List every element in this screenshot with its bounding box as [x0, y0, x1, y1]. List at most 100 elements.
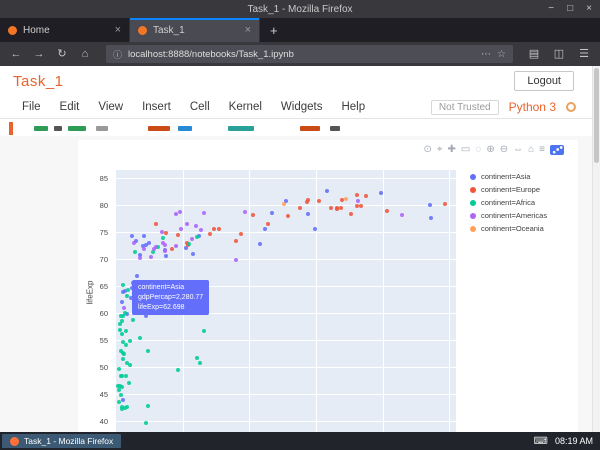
scatter-point[interactable] [211, 226, 216, 231]
zoom-in-icon[interactable]: ⊕ [486, 144, 494, 156]
page-scrollbar[interactable] [592, 66, 600, 432]
lasso-select-icon[interactable]: ◌ [475, 144, 481, 156]
library-icon[interactable]: ▤ [526, 45, 542, 63]
box-select-icon[interactable]: ▭ [461, 144, 470, 156]
scatter-point[interactable] [118, 393, 123, 398]
tab-close-icon[interactable]: × [115, 24, 121, 36]
keyboard-indicator-icon[interactable]: ⌨ [534, 436, 548, 447]
scatter-point[interactable] [119, 319, 124, 324]
scatter-point[interactable] [146, 404, 150, 408]
taskbar-window-button[interactable]: Task_1 - Mozilla Firefox [2, 434, 122, 448]
scatter-point[interactable] [266, 221, 271, 226]
scatter-point[interactable] [250, 213, 255, 218]
forward-icon[interactable]: → [31, 45, 47, 63]
tab-task-1[interactable]: Task_1 × [130, 18, 260, 42]
scatter-point[interactable] [144, 420, 149, 425]
scatter-point[interactable] [173, 212, 178, 217]
scatter-point[interactable] [258, 241, 263, 246]
code-cell-sliver[interactable] [0, 122, 592, 135]
scatter-point[interactable] [119, 385, 124, 390]
scatter-point[interactable] [116, 366, 121, 371]
scatter-point[interactable] [120, 374, 125, 379]
scatter-point[interactable] [195, 356, 199, 360]
scatter-point[interactable] [356, 199, 361, 204]
hamburger-menu-icon[interactable]: ☰ [576, 45, 592, 63]
legend-item[interactable]: continent=Americas [470, 211, 547, 220]
scatter-point[interactable] [354, 204, 359, 209]
menu-edit[interactable]: Edit [60, 101, 80, 113]
scatter-point[interactable] [429, 216, 434, 220]
tab-close-icon[interactable]: × [245, 24, 251, 36]
scatter-point[interactable] [443, 201, 447, 206]
menu-help[interactable]: Help [341, 101, 365, 113]
camera-snapshot-icon[interactable]: ⊙ [424, 144, 432, 156]
legend-item[interactable]: continent=Africa [470, 198, 547, 207]
scatter-point[interactable] [175, 232, 180, 237]
kernel-name[interactable]: Python 3 [509, 100, 556, 114]
scatter-point[interactable] [184, 222, 189, 227]
scatter-point[interactable] [306, 198, 311, 203]
scatter-point[interactable] [146, 349, 151, 353]
scatter-point[interactable] [159, 230, 164, 234]
scatter-point[interactable] [137, 255, 142, 260]
scatter-point[interactable] [120, 282, 125, 287]
scatter-point[interactable] [202, 328, 206, 333]
scatter-point[interactable] [118, 327, 123, 332]
menu-cell[interactable]: Cell [190, 101, 210, 113]
menu-kernel[interactable]: Kernel [229, 101, 262, 113]
reload-icon[interactable]: ↻ [54, 45, 70, 63]
scatter-point[interactable] [201, 210, 206, 215]
home-icon[interactable]: ⌂ [77, 45, 93, 63]
scatter-point[interactable] [122, 405, 127, 410]
minimize-button[interactable]: − [548, 0, 554, 18]
scatter-point[interactable] [359, 204, 364, 209]
back-icon[interactable]: ← [8, 45, 24, 63]
toggle-hover-icon[interactable]: ≡ [539, 144, 545, 156]
plotly-logo-icon[interactable] [550, 145, 564, 155]
scatter-point[interactable] [305, 211, 310, 216]
scatter-point[interactable] [130, 234, 135, 239]
scatter-point[interactable] [117, 399, 122, 404]
scatter-point[interactable] [120, 398, 125, 403]
scatter-point[interactable] [127, 338, 132, 343]
scatter-point[interactable] [190, 237, 195, 241]
zoom-icon[interactable]: ⌖ [437, 144, 443, 156]
scatter-point[interactable] [193, 223, 198, 228]
tab-home[interactable]: Home × [0, 18, 130, 42]
menu-file[interactable]: File [22, 101, 41, 113]
scatter-point[interactable] [163, 249, 168, 254]
zoom-out-icon[interactable]: ⊖ [500, 144, 508, 156]
scatter-point[interactable] [281, 201, 286, 206]
pan-icon[interactable]: ✚ [448, 144, 456, 156]
scatter-point[interactable] [141, 234, 146, 239]
page-actions-icon[interactable]: ⋯ [481, 49, 491, 60]
scatter-point[interactable] [197, 360, 202, 365]
scatter-point[interactable] [194, 235, 199, 240]
close-button[interactable]: × [586, 0, 592, 18]
site-info-icon[interactable]: ⓘ [113, 48, 122, 61]
scatter-point[interactable] [127, 381, 132, 386]
scatter-point[interactable] [297, 205, 302, 210]
scatter-point[interactable] [141, 247, 146, 252]
scatter-point[interactable] [178, 209, 183, 214]
scatter-point[interactable] [163, 253, 168, 258]
tray-icons[interactable]: ⌨ [534, 436, 548, 447]
scatter-point[interactable] [400, 212, 405, 217]
scatter-point[interactable] [170, 247, 175, 252]
scatter-point[interactable] [191, 251, 196, 256]
scatter-point[interactable] [175, 368, 180, 373]
urlbar[interactable]: ⓘ localhost:8888/notebooks/Task_1.ipynb … [106, 45, 513, 63]
logout-button[interactable]: Logout [514, 71, 574, 91]
scatter-point[interactable] [317, 199, 322, 204]
scatter-point[interactable] [355, 193, 360, 198]
scatter-point[interactable] [285, 214, 290, 219]
plot-area[interactable]: continent=Asia gdpPercap=2,280.77 lifeEx… [116, 170, 456, 432]
sidebars-icon[interactable]: ◫ [551, 45, 567, 63]
scatter-point[interactable] [262, 226, 267, 231]
scatter-point[interactable] [325, 189, 329, 193]
scatter-point[interactable] [328, 206, 333, 211]
scatter-point[interactable] [148, 255, 153, 260]
scatter-point[interactable] [207, 231, 212, 236]
scatter-point[interactable] [385, 208, 390, 213]
scatter-point[interactable] [216, 226, 221, 231]
